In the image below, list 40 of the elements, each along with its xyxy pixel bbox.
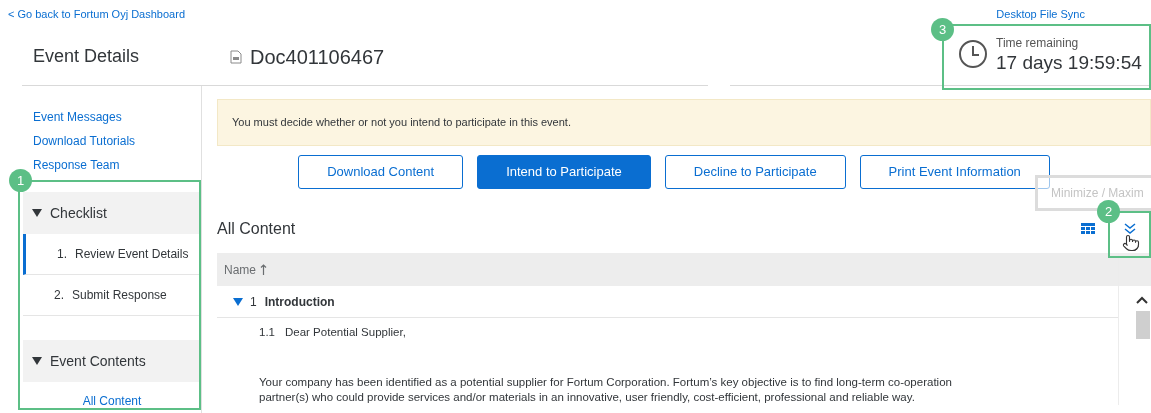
callout-badge: 1 <box>9 169 32 192</box>
document-icon <box>230 49 242 64</box>
clock-icon <box>958 38 988 69</box>
action-button[interactable]: Intend to Participate <box>477 155 651 189</box>
double-chevron-down-icon[interactable] <box>1124 223 1136 235</box>
section-header[interactable]: Event Contents <box>23 340 201 382</box>
action-button[interactable]: Print Event Information <box>859 155 1050 189</box>
checklist-item[interactable]: 1. Review Event Details <box>23 234 201 275</box>
scroll-up-icon[interactable] <box>1136 296 1148 304</box>
sidebar-link[interactable]: Response Team <box>33 156 201 174</box>
expanded-triangle-icon[interactable] <box>233 296 243 307</box>
page-title: Event Details <box>33 45 140 68</box>
callout-badge: 3 <box>931 18 954 41</box>
sidebar-link[interactable]: All Content <box>82 392 142 410</box>
column-header[interactable]: Name <box>217 253 1118 286</box>
item-number: 1.1 <box>259 325 275 340</box>
item-title: Dear Potential Supplier, <box>285 325 406 340</box>
hand-cursor-icon <box>1122 233 1140 253</box>
content-title: All Content <box>217 219 296 239</box>
scrollbar-thumb[interactable] <box>1136 311 1150 339</box>
time-remaining-label: Time remaining <box>996 34 1080 52</box>
table-icon[interactable] <box>1081 223 1095 235</box>
item-body-text: Your company has been identified as a potential supplier for Fortum Corporation. Fortum’s key objective is to find long-term co-operation partner(s) who could provide services and/or materials in an innovative, user friendly, cost-efficient, professional and reliable way. <box>259 375 953 406</box>
section-title: Event Contents <box>50 351 146 371</box>
action-button[interactable]: Decline to Participate <box>664 155 846 189</box>
document-title: Doc401106467 <box>250 44 385 70</box>
time-remaining-value: 17 days 19:59:54 <box>996 51 1142 74</box>
section-title: Checklist <box>50 203 107 223</box>
section-number: 1 <box>250 293 257 311</box>
checklist-item[interactable]: 2. Submit Response <box>23 275 201 316</box>
notice-banner: You must decide whether or not you intend to participate in this event. <box>217 99 1151 146</box>
sidebar-link[interactable]: Download Tutorials <box>33 132 201 150</box>
action-button[interactable]: Download Content <box>298 155 464 189</box>
back-link[interactable]: < Go back to Fortum Oyj Dashboard <box>8 5 185 23</box>
desktop-file-sync-link[interactable]: Desktop File Sync <box>996 5 1085 23</box>
sidebar-link[interactable]: Event Messages <box>33 108 201 126</box>
expanded-triangle-icon[interactable] <box>32 356 42 366</box>
expanded-triangle-icon[interactable] <box>32 208 42 218</box>
section-header[interactable]: Checklist <box>23 192 201 234</box>
section-title: Introduction <box>264 293 335 311</box>
